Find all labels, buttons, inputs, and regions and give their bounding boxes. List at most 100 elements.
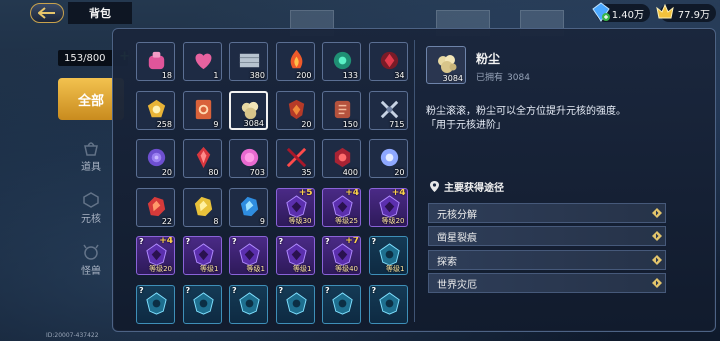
owned-value: 3084	[507, 73, 530, 83]
cyan-core-icon	[332, 291, 353, 315]
inventory-slot[interactable]: 200	[275, 42, 315, 81]
item-count: 22	[161, 216, 172, 226]
inventory-slot[interactable]: ?	[275, 284, 315, 324]
inventory-slot[interactable]: ?	[322, 284, 361, 324]
go-arrow-icon	[652, 208, 662, 218]
go-arrow-icon	[652, 255, 662, 265]
inventory-slot[interactable]: 20	[136, 139, 175, 178]
enhance-level-badge: +4	[159, 236, 173, 246]
item-level: 等级20	[149, 265, 172, 273]
inventory-slot[interactable]: 703	[229, 139, 268, 178]
diamond-resource[interactable]: 1.40万	[592, 2, 650, 22]
inventory-slot[interactable]: 80	[182, 139, 222, 178]
red-rune-icon	[334, 147, 351, 168]
ember-shield-icon	[288, 99, 304, 119]
inventory-slot[interactable]: 22	[136, 187, 175, 227]
source-world-calamity[interactable]: 世界灾厄	[428, 273, 666, 293]
cyan-core-icon	[378, 291, 400, 315]
cyan-core-icon	[146, 291, 167, 315]
back-button[interactable]	[30, 3, 64, 23]
item-count: 400	[342, 168, 358, 177]
detail-item-count: 3084	[442, 74, 463, 83]
unidentified-mark: ?	[278, 285, 284, 295]
inventory-slot[interactable]: 等级40? +7	[322, 236, 361, 275]
unidentified-mark: ?	[325, 237, 330, 246]
pink-bag-icon	[148, 51, 165, 70]
unidentified-mark: ?	[371, 237, 377, 246]
item-count: 133	[342, 71, 358, 80]
panel-divider	[414, 40, 415, 322]
unidentified-mark: ?	[371, 285, 377, 295]
enhance-level-badge: +7	[345, 236, 359, 246]
inventory-slot[interactable]: 715	[368, 90, 408, 130]
green-orb-icon	[333, 51, 352, 70]
page-title: 背包	[68, 2, 132, 24]
unidentified-mark: ?	[278, 237, 284, 246]
inventory-slot[interactable]: 等级1?	[229, 236, 268, 275]
owned-label: 已拥有	[476, 73, 504, 83]
tab-label: 全部	[77, 93, 104, 109]
inventory-slot[interactable]: 等级1?	[182, 236, 222, 275]
location-pin-icon	[430, 181, 439, 192]
cyan-core-icon	[192, 291, 214, 315]
inventory-slot[interactable]: 35	[275, 139, 315, 178]
source-core-dismantle[interactable]: 元核分解	[428, 203, 666, 223]
item-bag-icon	[84, 141, 98, 156]
sources-heading: 主要获得途径	[430, 179, 504, 194]
inventory-slot[interactable]: ?	[136, 284, 175, 324]
item-count: 20	[301, 119, 312, 129]
gold-badge-icon	[147, 99, 166, 117]
inventory-slot[interactable]: 3084	[229, 90, 268, 130]
item-count: 20	[394, 168, 405, 177]
inventory-slot[interactable]: 258	[136, 90, 175, 130]
inventory-slot[interactable]: 133	[322, 42, 361, 81]
inventory-slot[interactable]: 9	[229, 187, 268, 227]
enhance-level-badge: +4	[345, 187, 359, 198]
monster-icon	[83, 244, 99, 260]
inventory-slot[interactable]: ?	[182, 284, 222, 324]
inventory-slot[interactable]: 1	[182, 42, 222, 81]
inventory-slot[interactable]: 400	[322, 139, 361, 178]
inventory-slot[interactable]: 34	[368, 42, 408, 81]
inventory-slot[interactable]: 380	[229, 42, 268, 81]
inventory-slot[interactable]: 等级25 +4	[322, 187, 361, 227]
unidentified-mark: ?	[185, 285, 191, 295]
go-arrow-icon	[652, 231, 662, 241]
inventory-slot[interactable]: 20	[368, 139, 408, 178]
inventory-slot[interactable]: 150	[322, 90, 361, 130]
red-gem-shard-icon	[147, 196, 166, 216]
inventory-slot[interactable]: ?	[368, 284, 408, 324]
tab-label: 元核	[81, 213, 101, 225]
unidentified-mark: ?	[232, 285, 237, 295]
inventory-slot[interactable]: 8	[182, 187, 222, 227]
item-usage-note: 「用于元核进阶」	[426, 120, 506, 131]
core-icon	[83, 191, 99, 208]
inventory-slot[interactable]: 18	[136, 42, 175, 81]
inventory-slot[interactable]: 等级20 +4	[368, 187, 408, 227]
pink-rose-icon	[240, 148, 259, 167]
inventory-slot[interactable]: 等级1?	[368, 236, 408, 275]
source-label: 探索	[437, 256, 457, 268]
inventory-slot[interactable]: ?	[229, 284, 268, 324]
item-count: 20	[161, 168, 172, 177]
inventory-slot[interactable]: 等级1?	[275, 236, 315, 275]
diamond-amount: 1.40万	[611, 9, 644, 21]
source-label: 凿星裂痕	[437, 232, 477, 244]
diamond-plus-icon	[592, 2, 610, 22]
orange-book-icon	[195, 99, 211, 119]
inventory-slot[interactable]: 9	[182, 90, 222, 130]
gold-resource[interactable]: 77.9万	[656, 3, 716, 22]
item-description: 粉尘滚滚，粉尘可以全方位提升元核的强度。	[426, 106, 626, 117]
unidentified-mark: ?	[185, 237, 191, 246]
item-level: 等级1	[386, 265, 405, 273]
detail-owned: 已拥有 3084	[476, 70, 530, 83]
inventory-slot[interactable]: 20	[275, 90, 315, 130]
fire-crystal-icon	[290, 49, 302, 69]
inventory-slot[interactable]: 等级30 +5	[275, 187, 315, 227]
source-explore[interactable]: 探索	[428, 250, 666, 270]
source-star-rift[interactable]: 凿星裂痕	[428, 226, 666, 246]
inventory-slot[interactable]: 等级20? +4	[136, 236, 175, 275]
enhance-level-badge: +5	[298, 187, 313, 198]
item-count: 703	[249, 168, 265, 177]
tab-label: 道具	[81, 161, 101, 173]
